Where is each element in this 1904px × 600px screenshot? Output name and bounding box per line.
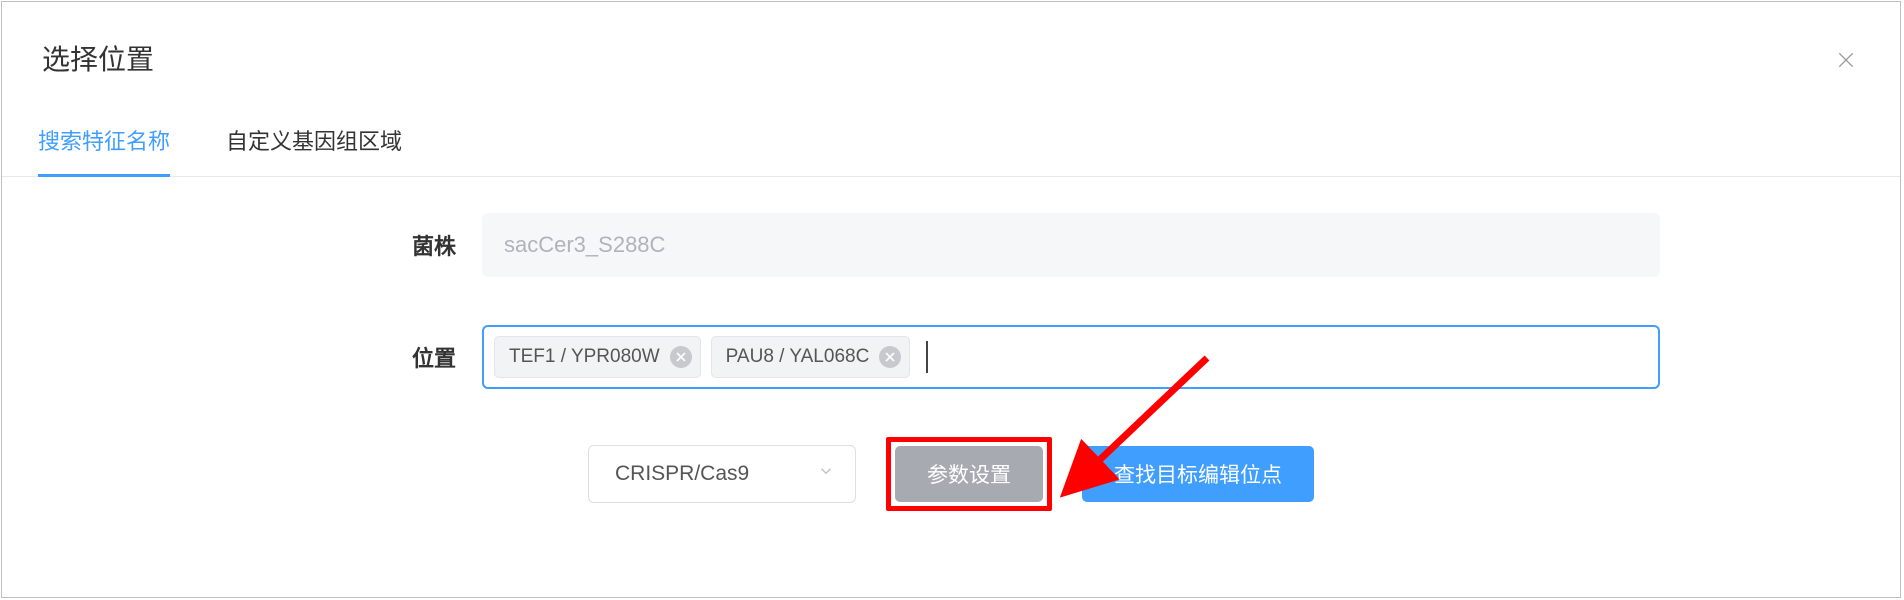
tag-remove-icon[interactable] [879, 346, 901, 368]
strain-field: sacCer3_S288C [482, 213, 1660, 277]
param-settings-button[interactable]: 参数设置 [895, 446, 1043, 502]
tab-search-feature-name[interactable]: 搜索特征名称 [38, 106, 170, 177]
button-row: CRISPR/Cas9 参数设置 查找目标编辑位点 [42, 437, 1860, 511]
form-body: 菌株 sacCer3_S288C 位置 TEF1 / YPR080W [2, 177, 1900, 511]
dialog-title: 选择位置 [42, 38, 154, 78]
strain-row: 菌株 sacCer3_S288C [42, 213, 1860, 277]
find-edit-sites-button[interactable]: 查找目标编辑位点 [1082, 446, 1314, 502]
tabs: 搜索特征名称 自定义基因组区域 [2, 106, 1900, 177]
location-input[interactable]: TEF1 / YPR080W PAU8 / YAL068C [482, 325, 1660, 389]
close-icon[interactable] [1836, 50, 1856, 70]
tag-label: PAU8 / YAL068C [726, 346, 870, 368]
text-cursor [926, 341, 928, 373]
location-tag: PAU8 / YAL068C [711, 336, 911, 378]
method-select[interactable]: CRISPR/Cas9 [588, 445, 856, 503]
location-label: 位置 [42, 341, 482, 373]
select-location-dialog: 选择位置 搜索特征名称 自定义基因组区域 菌株 sacCer3_S288C 位置 [1, 1, 1901, 598]
chevron-down-icon [817, 462, 835, 486]
dialog-header: 选择位置 [2, 2, 1900, 106]
method-select-value: CRISPR/Cas9 [615, 462, 749, 486]
location-tag: TEF1 / YPR080W [494, 336, 701, 378]
tab-custom-genome-region[interactable]: 自定义基因组区域 [226, 106, 402, 177]
tag-label: TEF1 / YPR080W [509, 346, 660, 368]
strain-label: 菌株 [42, 229, 482, 261]
tag-remove-icon[interactable] [670, 346, 692, 368]
strain-value: sacCer3_S288C [504, 232, 665, 258]
annotation-highlight: 参数设置 [886, 437, 1052, 511]
location-row: 位置 TEF1 / YPR080W PAU8 / YAL068C [42, 325, 1860, 389]
